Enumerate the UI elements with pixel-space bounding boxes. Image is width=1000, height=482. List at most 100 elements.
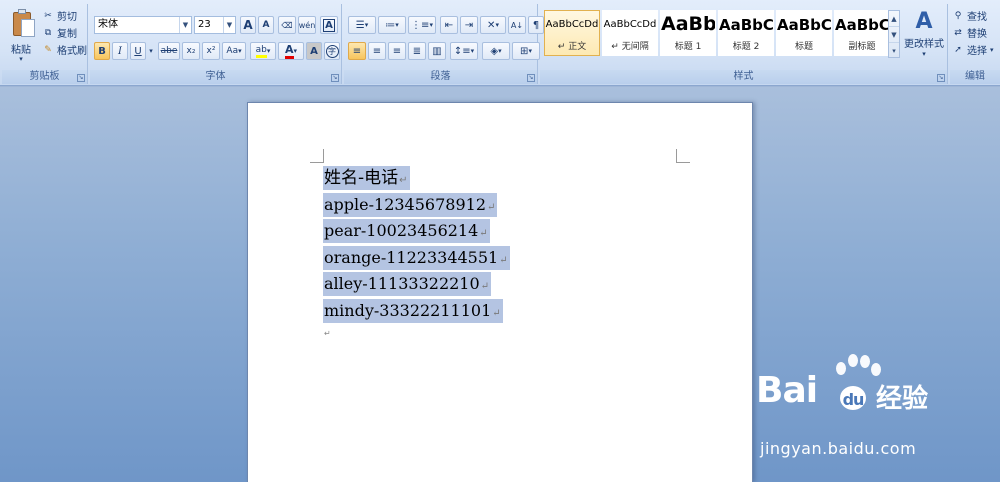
copy-label: 复制 <box>57 29 77 40</box>
sort-button[interactable]: A↓ <box>508 16 526 34</box>
document-line[interactable]: pear-10023456214↵ <box>323 218 510 245</box>
clipboard-dialog-launcher[interactable]: ↘ <box>77 74 85 82</box>
document-line[interactable]: 姓名-电话↵ <box>323 165 510 192</box>
line-spacing-button[interactable]: ↕≡ ▾ <box>450 42 478 60</box>
line-text: alley-11133322210 <box>324 274 480 294</box>
chinese-layout-button[interactable]: ✕ ▾ <box>480 16 506 34</box>
align-center-button[interactable]: ≡ <box>368 42 386 60</box>
shading-button[interactable]: ◈ ▾ <box>482 42 510 60</box>
increase-indent-button[interactable]: ⇥ <box>460 16 478 34</box>
superscript-button[interactable]: x² <box>202 42 220 60</box>
selected-text[interactable]: orange-11223344551↵ <box>323 245 510 270</box>
paragraph-mark-icon: ↵ <box>492 307 501 319</box>
strikethrough-button[interactable]: abe <box>158 42 180 60</box>
decrease-indent-icon: ⇤ <box>444 19 454 31</box>
paragraph-dialog-launcher[interactable]: ↘ <box>527 74 535 82</box>
font-size-dropdown-icon[interactable]: ▼ <box>223 17 235 33</box>
ribbon: 粘贴 ▾ ✂ 剪切 ⧉ 复制 ✎ 格式刷 剪贴板 ↘ 宋体 ▼ 23 ▼ A A… <box>0 0 1000 86</box>
find-button[interactable]: ⚲ 查找 <box>952 8 987 24</box>
char-border-button[interactable]: A <box>320 16 338 34</box>
selected-text[interactable]: alley-11133322210↵ <box>323 272 492 297</box>
numbering-button[interactable]: ≔ ▾ <box>378 16 406 34</box>
style-no-spacing[interactable]: AaBbCcDd ↵ 无间隔 <box>602 10 658 56</box>
document-line[interactable]: mindy-33322211101↵ <box>323 298 510 325</box>
font-size-value: 23 <box>198 19 211 30</box>
font-name-value: 宋体 <box>98 19 118 30</box>
document-line[interactable]: apple-12345678912↵ <box>323 192 510 219</box>
replace-label: 替换 <box>967 29 987 40</box>
justify-button[interactable]: ≣ <box>408 42 426 60</box>
change-case-button[interactable]: Aa ▾ <box>222 42 246 60</box>
paste-dropdown-icon[interactable]: ▾ <box>5 55 37 63</box>
bold-icon: B <box>98 45 106 57</box>
highlighter-icon: ab <box>255 45 267 58</box>
italic-button[interactable]: I <box>112 42 128 60</box>
font-dialog-launcher[interactable]: ↘ <box>331 74 339 82</box>
paste-label: 粘贴 <box>11 45 31 56</box>
scroll-up-icon[interactable]: ▲ <box>889 11 899 27</box>
select-button[interactable]: ➚ 选择 ▾ <box>952 42 993 58</box>
paint-bucket-icon: ◈ <box>490 45 499 57</box>
bullets-button[interactable]: ☰ ▾ <box>348 16 376 34</box>
font-color-button[interactable]: A ▾ <box>278 42 304 60</box>
watermark-brand: Bai du <box>756 370 866 411</box>
phonetic-guide-button[interactable]: wén <box>298 16 316 34</box>
cut-button[interactable]: ✂ 剪切 <box>42 8 77 24</box>
selected-text[interactable]: apple-12345678912↵ <box>323 192 498 217</box>
document-line[interactable]: orange-11223344551↵ <box>323 245 510 272</box>
distributed-button[interactable]: ▥ <box>428 42 446 60</box>
style-sample: AaBb <box>661 13 715 35</box>
eraser-icon: ⌫ <box>281 20 293 30</box>
justify-icon: ≣ <box>412 45 422 57</box>
end-paragraph-mark-icon: ↵ <box>324 329 331 338</box>
underline-button[interactable]: U <box>130 42 146 60</box>
font-name-dropdown-icon[interactable]: ▼ <box>179 17 191 33</box>
gallery-more-icon[interactable]: ▾ <box>889 43 899 59</box>
subscript-button[interactable]: x₂ <box>182 42 200 60</box>
style-name: 副标题 <box>848 42 876 52</box>
align-left-button[interactable]: ≡ <box>348 42 366 60</box>
clipboard-group-label: 剪贴板 <box>2 70 87 84</box>
scroll-down-icon[interactable]: ▼ <box>889 27 899 43</box>
styles-gallery-scroll[interactable]: ▲ ▼ ▾ <box>888 10 900 58</box>
watermark-jingyan: 经验 <box>876 384 929 414</box>
align-right-icon: ≡ <box>392 45 402 57</box>
selected-text[interactable]: 姓名-电话↵ <box>323 166 410 191</box>
find-label: 查找 <box>967 12 987 23</box>
selected-text[interactable]: pear-10023456214↵ <box>323 219 490 244</box>
borders-button[interactable]: ⊞ ▾ <box>512 42 540 60</box>
clear-format-button[interactable]: ⌫ <box>278 16 296 34</box>
style-heading-1[interactable]: AaBb 标题 1 <box>660 10 716 56</box>
highlight-button[interactable]: ab ▾ <box>250 42 276 60</box>
font-size-select[interactable]: 23 ▼ <box>194 16 236 34</box>
document-body[interactable]: 姓名-电话↵ apple-12345678912↵ pear-100234562… <box>323 165 510 324</box>
line-text: orange-11223344551 <box>324 247 499 267</box>
align-right-button[interactable]: ≡ <box>388 42 406 60</box>
style-title[interactable]: AaBbC 标题 <box>776 10 832 56</box>
shrink-font-button[interactable]: A <box>258 16 274 34</box>
style-normal[interactable]: AaBbCcDd ↵ 正文 <box>544 10 600 56</box>
document-page[interactable]: 姓名-电话↵ apple-12345678912↵ pear-100234562… <box>247 102 753 482</box>
paste-button[interactable]: 粘贴 ▾ <box>4 4 38 66</box>
line-spacing-icon: ↕≡ <box>453 45 471 57</box>
char-shading-button[interactable]: A <box>306 42 322 60</box>
decrease-indent-button[interactable]: ⇤ <box>440 16 458 34</box>
style-subtitle[interactable]: AaBbC 副标题 <box>834 10 890 56</box>
replace-button[interactable]: ⇄ 替换 <box>952 25 987 41</box>
font-color-icon: A <box>284 43 294 59</box>
change-styles-button[interactable]: A 更改样式 ▾ <box>902 8 946 66</box>
styles-dialog-launcher[interactable]: ↘ <box>937 74 945 82</box>
styles-group: AaBbCcDd ↵ 正文 AaBbCcDd ↵ 无间隔 AaBb 标题 1 A… <box>540 4 948 84</box>
bold-button[interactable]: B <box>94 42 110 60</box>
copy-button[interactable]: ⧉ 复制 <box>42 25 77 41</box>
grow-font-button[interactable]: A <box>240 16 256 34</box>
enclose-char-button[interactable]: 字 <box>324 42 340 60</box>
document-line[interactable]: alley-11133322210↵ <box>323 271 510 298</box>
selected-text[interactable]: mindy-33322211101↵ <box>323 298 503 323</box>
font-name-select[interactable]: 宋体 ▼ <box>94 16 192 34</box>
underline-dropdown-icon[interactable]: ▾ <box>146 42 156 60</box>
style-sample: AaBbC <box>777 16 831 34</box>
format-painter-button[interactable]: ✎ 格式刷 <box>42 42 87 58</box>
multilevel-list-button[interactable]: ⋮≡ ▾ <box>408 16 436 34</box>
style-heading-2[interactable]: AaBbC 标题 2 <box>718 10 774 56</box>
